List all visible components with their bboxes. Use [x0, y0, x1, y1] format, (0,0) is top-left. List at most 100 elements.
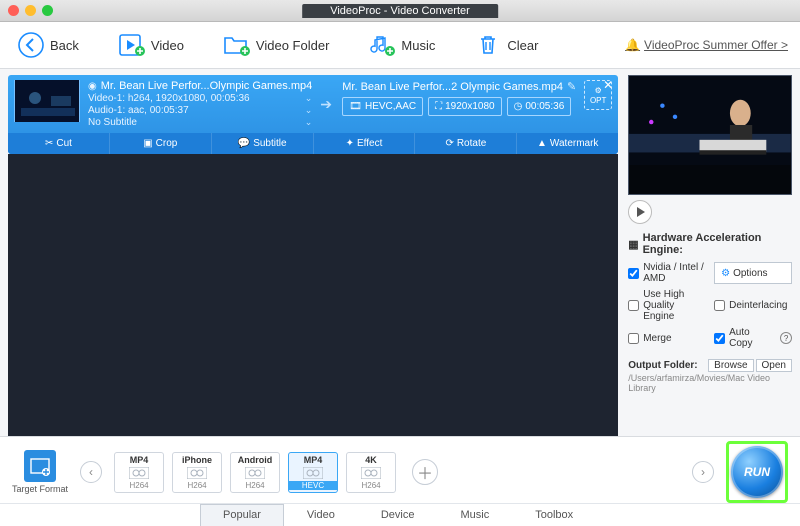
output-duration: 00:05:36	[525, 101, 564, 112]
add-video-folder-button[interactable]: Video Folder	[218, 28, 335, 62]
nvidia-checkbox[interactable]: Nvidia / Intel / AMD	[628, 262, 706, 284]
resolution-icon: ⛶	[435, 101, 442, 112]
summer-offer-link[interactable]: 🔔 VideoProc Summer Offer >	[625, 38, 788, 52]
add-preset-button[interactable]: ＋	[412, 459, 438, 485]
preset-4k-h264[interactable]: 4K H264	[346, 452, 396, 493]
tab-music[interactable]: Music	[437, 504, 512, 526]
chevron-icon[interactable]: ⌄	[305, 105, 313, 116]
music-icon	[369, 32, 395, 58]
browse-button[interactable]: Browse	[708, 359, 753, 372]
preview-pane	[628, 75, 792, 195]
preset-android-h264[interactable]: Android H264	[230, 452, 280, 493]
main-toolbar: Back Video Video Folder Music Clear 🔔 Vi…	[0, 22, 800, 69]
open-button[interactable]: Open	[756, 359, 792, 372]
input-meta: ◉Mr. Bean Live Perfor...Olympic Games.mp…	[88, 80, 312, 129]
preset-iphone-h264[interactable]: iPhoneH264	[172, 452, 222, 493]
preset-title: MP4	[304, 455, 323, 465]
output-folder-path: /Users/arfamirza/Movies/Mac Video Librar…	[628, 373, 792, 393]
radio-icon: ◉	[88, 81, 97, 92]
main-area: ✕ ◉Mr. Bean Live Perfor...Olympic Games.…	[0, 69, 800, 436]
rotate-button[interactable]: ⟳Rotate	[414, 133, 516, 154]
hq-checkbox[interactable]: Use High Quality Engine	[628, 289, 706, 322]
target-format-button[interactable]: Target Format	[12, 450, 68, 494]
output-resolution: 1920x1080	[445, 101, 495, 112]
add-music-button[interactable]: Music	[363, 28, 441, 62]
play-button[interactable]	[628, 200, 652, 224]
subtitle-button[interactable]: 💬Subtitle	[211, 133, 313, 154]
merge-checkbox[interactable]: Merge	[628, 327, 706, 349]
queue-empty-area	[8, 154, 618, 436]
film-icon	[361, 467, 381, 479]
arrow-icon: ➔	[320, 96, 334, 113]
gear-icon: ⚙	[721, 268, 730, 279]
help-icon[interactable]: ?	[780, 332, 792, 344]
video-info: Video-1: h264, 1920x1080, 00:05:36	[88, 93, 250, 104]
tab-popular[interactable]: Popular	[200, 504, 284, 526]
input-thumbnail	[14, 80, 80, 122]
preset-codec: HEVC	[289, 481, 337, 490]
clock-icon: ◷	[514, 101, 523, 112]
video-icon	[119, 32, 145, 58]
output-filename: Mr. Bean Live Perfor...2 Olympic Games.m…	[342, 81, 563, 93]
preset-title: Android	[238, 455, 273, 465]
minimize-window-button[interactable]	[25, 5, 36, 16]
film-icon	[245, 467, 265, 479]
close-window-button[interactable]	[8, 5, 19, 16]
effect-button[interactable]: ✦Effect	[313, 133, 415, 154]
back-icon	[18, 32, 44, 58]
remove-item-button[interactable]: ✕	[603, 78, 613, 92]
scissors-icon: ✂	[45, 138, 53, 149]
crop-button[interactable]: ▣Crop	[109, 133, 211, 154]
target-format-icon	[24, 450, 56, 482]
preset-codec: H264	[245, 481, 264, 490]
preset-codec: H264	[129, 481, 148, 490]
queue-item[interactable]: ✕ ◉Mr. Bean Live Perfor...Olympic Games.…	[8, 75, 618, 154]
chevron-icon[interactable]: ⌄	[305, 93, 313, 104]
watermark-button[interactable]: ▲Watermark	[516, 133, 618, 154]
run-button[interactable]: RUN	[731, 446, 783, 498]
back-button[interactable]: Back	[12, 28, 85, 62]
tab-video[interactable]: Video	[284, 504, 358, 526]
tab-device[interactable]: Device	[358, 504, 438, 526]
film-icon	[187, 467, 207, 479]
queue-panel: ✕ ◉Mr. Bean Live Perfor...Olympic Games.…	[0, 69, 624, 436]
edit-name-icon[interactable]: ✎	[567, 80, 576, 93]
zoom-window-button[interactable]	[42, 5, 53, 16]
watermark-icon: ▲	[537, 138, 547, 149]
preset-mp4-hevc[interactable]: MP4 HEVC	[288, 452, 338, 493]
chip-icon: ▦	[628, 238, 638, 251]
bell-icon: 🔔	[625, 38, 640, 52]
output-meta: Mr. Bean Live Perfor...2 Olympic Games.m…	[342, 80, 576, 116]
subtitle-icon: 💬	[238, 138, 250, 149]
audio-info: Audio-1: aac, 00:05:37	[88, 105, 189, 116]
crop-icon: ▣	[143, 138, 152, 149]
autocopy-checkbox[interactable]: Auto Copy?	[714, 327, 792, 349]
offer-label: VideoProc Summer Offer >	[644, 38, 788, 52]
hwa-options-button[interactable]: ⚙Options	[714, 262, 792, 284]
clear-label: Clear	[507, 38, 538, 53]
trash-icon	[475, 32, 501, 58]
add-music-label: Music	[401, 38, 435, 53]
rotate-icon: ⟳	[445, 138, 453, 149]
presets-next-button[interactable]: ›	[692, 461, 714, 483]
add-video-button[interactable]: Video	[113, 28, 190, 62]
deinterlacing-checkbox[interactable]: Deinterlacing	[714, 289, 792, 322]
preset-codec: H264	[361, 481, 380, 490]
output-codec-box[interactable]: 🎞HEVC,AAC	[342, 97, 423, 116]
preset-mp4-h264[interactable]: MP4H264	[114, 452, 164, 493]
window-controls	[8, 5, 53, 16]
back-label: Back	[50, 38, 79, 53]
tab-toolbox[interactable]: Toolbox	[512, 504, 596, 526]
side-panel: ▦Hardware Acceleration Engine: Nvidia / …	[624, 69, 800, 436]
wand-icon: ✦	[346, 138, 354, 149]
output-resolution-box[interactable]: ⛶1920x1080	[428, 97, 502, 116]
output-folder-label: Output Folder:	[628, 360, 697, 371]
chevron-icon[interactable]: ⌄	[305, 117, 313, 128]
category-tabs: PopularVideoDeviceMusicToolbox	[0, 503, 800, 526]
preset-title: 4K	[365, 455, 377, 465]
presets-prev-button[interactable]: ‹	[80, 461, 102, 483]
titlebar: VideoProc - Video Converter	[0, 0, 800, 22]
clear-button[interactable]: Clear	[469, 28, 544, 62]
preset-title: iPhone	[182, 455, 212, 465]
cut-button[interactable]: ✂Cut	[8, 133, 109, 154]
